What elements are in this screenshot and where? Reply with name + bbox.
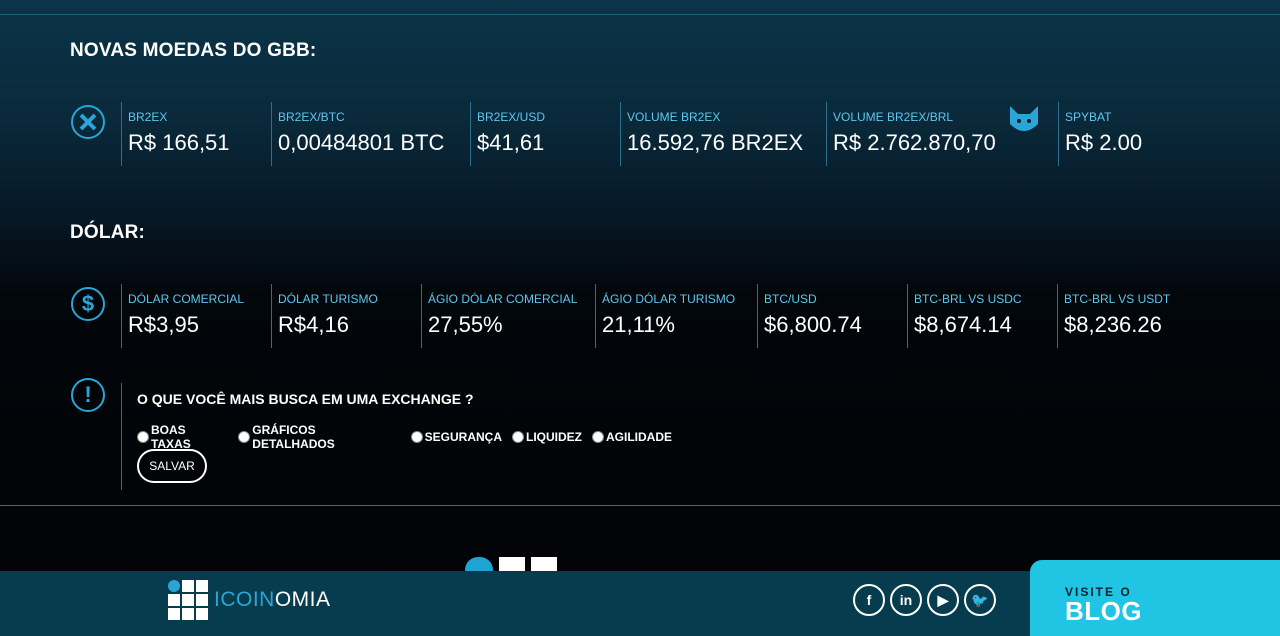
linkedin-icon[interactable]: in <box>890 584 922 616</box>
stat-br2ex: BR2EX R$ 166,51 <box>121 102 271 166</box>
poll-option-agilidade[interactable]: AGILIDADE <box>592 423 672 451</box>
stat-value: 21,11% <box>602 312 675 337</box>
logo-suffix: OMIA <box>274 588 331 611</box>
stat-label: BTC-BRL VS USDT <box>1064 292 1171 306</box>
poll-question: O QUE VOCÊ MAIS BUSCA EM UMA EXCHANGE ? <box>137 391 474 407</box>
stat-label: VOLUME BR2EX <box>627 110 721 124</box>
stat-volume-br2ex: VOLUME BR2EX 16.592,76 BR2EX <box>620 102 826 166</box>
logo-prefix: ICOIN <box>214 588 275 611</box>
stat-label: SPYBAT <box>1065 110 1112 124</box>
stat-label: BR2EX/USD <box>477 110 546 124</box>
stat-label: VOLUME BR2EX/BRL <box>833 110 954 124</box>
stat-btc-brl-usdc: BTC-BRL VS USDC $8,674.14 <box>907 284 1057 348</box>
stat-label: ÁGIO DÓLAR COMERCIAL <box>428 292 578 306</box>
visit-blog-button[interactable]: VISITE O BLOG <box>1030 560 1280 636</box>
stat-value: 16.592,76 BR2EX <box>627 130 804 155</box>
carousel-dots <box>465 557 557 571</box>
new-coins-title: NOVAS MOEDAS DO GBB: <box>70 40 317 61</box>
radio-button[interactable] <box>592 431 604 443</box>
stat-label: ÁGIO DÓLAR TURISMO <box>602 292 736 306</box>
poll-option-seguranca[interactable]: SEGURANÇA <box>410 423 502 451</box>
stat-label: DÓLAR TURISMO <box>278 292 378 306</box>
dollar-icon: $ <box>71 287 105 321</box>
radio-button[interactable] <box>512 431 524 443</box>
poll-option-graficos[interactable]: GRÁFICOS DETALHADOS <box>238 423 400 451</box>
stat-value: 27,55% <box>428 312 503 337</box>
radio-button[interactable] <box>410 431 423 443</box>
stat-value: R$4,16 <box>278 312 349 337</box>
stat-value: $41,61 <box>477 130 545 155</box>
youtube-icon[interactable]: ▶ <box>927 584 959 616</box>
stat-dolar-comercial: DÓLAR COMERCIAL R$3,95 <box>121 284 271 348</box>
facebook-icon[interactable]: f <box>853 584 885 616</box>
blog-big-label: BLOG <box>1065 596 1143 626</box>
top-border <box>0 14 1280 15</box>
option-label: GRÁFICOS DETALHADOS <box>252 423 335 451</box>
stat-br2ex-btc: BR2EX/BTC 0,00484801 BTC <box>271 102 470 166</box>
stat-value: $8,674.14 <box>914 312 1012 337</box>
stat-label: BTC/USD <box>764 292 817 306</box>
stat-label: BR2EX/BTC <box>278 110 345 124</box>
stat-value: $8,236.26 <box>1064 312 1162 337</box>
br2ex-x-icon <box>71 105 105 139</box>
section-divider <box>0 505 1280 506</box>
stat-label: BR2EX <box>128 110 168 124</box>
stat-volume-br2ex-brl: VOLUME BR2EX/BRL R$ 2.762.870,70 <box>826 102 1006 166</box>
stat-label: DÓLAR COMERCIAL <box>128 292 245 306</box>
stat-btc-brl-usdt: BTC-BRL VS USDT $8,236.26 <box>1057 284 1207 348</box>
poll-option-liquidez[interactable]: LIQUIDEZ <box>512 423 582 451</box>
dollar-title: DÓLAR: <box>70 222 146 243</box>
stat-value: 0,00484801 BTC <box>278 130 445 155</box>
stat-br2ex-usd: BR2EX/USD $41,61 <box>470 102 620 166</box>
social-links: f in ▶ 🐦 <box>853 584 996 616</box>
stat-btc-usd: BTC/USD $6,800.74 <box>757 284 907 348</box>
option-label: SEGURANÇA <box>424 430 502 444</box>
bat-icon <box>1008 104 1040 141</box>
dollar-row: $ DÓLAR COMERCIAL R$3,95 DÓLAR TURISMO R… <box>0 284 1280 348</box>
stat-spybat: SPYBAT R$ 2.00 <box>1058 102 1208 166</box>
stat-dolar-turismo: DÓLAR TURISMO R$4,16 <box>271 284 421 348</box>
icoinomia-logo[interactable]: ICOINOMIA <box>168 580 331 620</box>
logo-text: ICOINOMIA <box>214 588 331 612</box>
carousel-dot-1[interactable] <box>465 557 493 571</box>
option-label: BOAS TAXAS <box>150 423 191 451</box>
radio-button[interactable] <box>238 431 251 443</box>
stat-value: $6,800.74 <box>764 312 862 337</box>
stat-value: R$ 166,51 <box>128 130 230 155</box>
stat-label: BTC-BRL VS USDC <box>914 292 1022 306</box>
option-label: AGILIDADE <box>606 430 672 444</box>
stat-agio-turismo: ÁGIO DÓLAR TURISMO 21,11% <box>595 284 757 348</box>
save-button[interactable]: SALVAR <box>137 449 207 483</box>
poll-option-boas-taxas[interactable]: BOAS TAXAS <box>137 423 228 451</box>
twitter-icon[interactable]: 🐦 <box>964 584 996 616</box>
poll-options: BOAS TAXAS GRÁFICOS DETALHADOS SEGURANÇA… <box>137 423 682 451</box>
logo-grid-icon <box>168 580 208 620</box>
option-label: LIQUIDEZ <box>526 430 582 444</box>
exclamation-icon: ! <box>71 378 105 412</box>
stat-value: R$ 2.00 <box>1065 130 1143 155</box>
new-coins-row: BR2EX R$ 166,51 BR2EX/BTC 0,00484801 BTC… <box>0 102 1280 166</box>
radio-button[interactable] <box>137 431 149 443</box>
carousel-dot-3[interactable] <box>531 557 557 571</box>
exchange-poll: O QUE VOCÊ MAIS BUSCA EM UMA EXCHANGE ? … <box>121 383 682 490</box>
stat-agio-comercial: ÁGIO DÓLAR COMERCIAL 27,55% <box>421 284 595 348</box>
stat-value: R$ 2.762.870,70 <box>833 130 996 155</box>
stat-value: R$3,95 <box>128 312 199 337</box>
carousel-dot-2[interactable] <box>499 557 525 571</box>
